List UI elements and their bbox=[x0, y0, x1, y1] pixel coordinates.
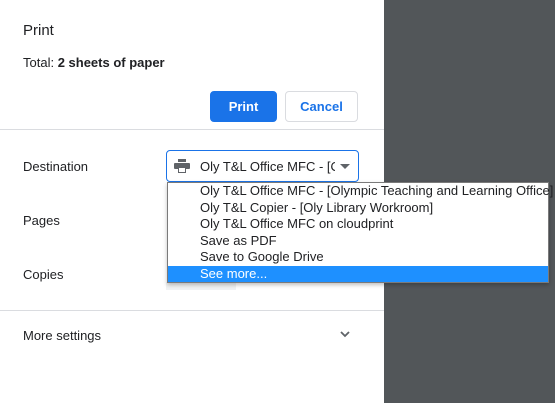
cancel-button[interactable]: Cancel bbox=[285, 91, 358, 122]
total-label: Total: bbox=[23, 55, 58, 70]
dropdown-option-olympic-office-mfc[interactable]: Oly T&L Office MFC - [Olympic Teaching a… bbox=[168, 183, 553, 199]
destination-label: Destination bbox=[23, 159, 89, 174]
dropdown-option-see-more[interactable]: See more... bbox=[168, 266, 548, 282]
dropdown-option-cloudprint[interactable]: Oly T&L Office MFC on cloudprint bbox=[168, 216, 548, 232]
chevron-down-icon[interactable] bbox=[340, 330, 350, 338]
dropdown-option-save-drive[interactable]: Save to Google Drive bbox=[168, 249, 548, 265]
dropdown-option-save-pdf[interactable]: Save as PDF bbox=[168, 233, 548, 249]
copies-input[interactable] bbox=[166, 282, 236, 290]
sheet-total: Total: 2 sheets of paper bbox=[23, 55, 165, 70]
settings-divider bbox=[0, 310, 384, 311]
copies-label: Copies bbox=[23, 267, 64, 282]
destination-select[interactable]: Oly T&L Office MFC - [Olympic Teaching a… bbox=[166, 150, 359, 182]
page-title: Print bbox=[23, 22, 54, 39]
destination-value: Oly T&L Office MFC - [Olympic Teaching a… bbox=[200, 159, 335, 174]
header-divider bbox=[0, 129, 384, 130]
printer-icon bbox=[174, 159, 190, 173]
pages-label: Pages bbox=[23, 213, 60, 228]
more-settings-label[interactable]: More settings bbox=[23, 328, 101, 343]
destination-dropdown-list: Oly T&L Office MFC - [Olympic Teaching a… bbox=[167, 182, 553, 283]
print-button[interactable]: Print bbox=[210, 91, 277, 122]
total-value: 2 sheets of paper bbox=[57, 55, 165, 70]
caret-down-icon bbox=[340, 164, 350, 169]
dropdown-option-library-copier[interactable]: Oly T&L Copier - [Oly Library Workroom] bbox=[168, 200, 548, 216]
